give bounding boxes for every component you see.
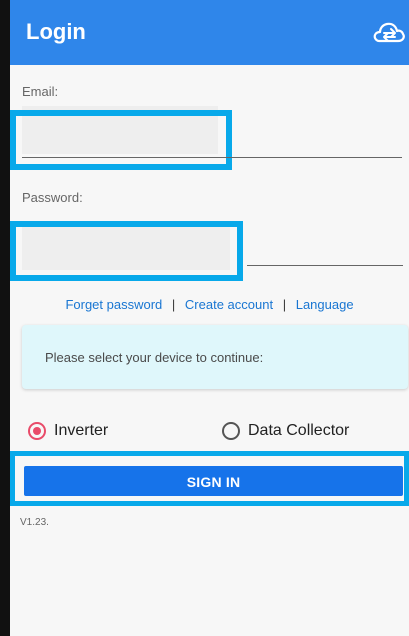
login-screen: Login Email: Password: Forget password |…: [10, 0, 409, 636]
email-label: Email:: [22, 84, 59, 99]
language-link[interactable]: Language: [296, 297, 354, 312]
data-collector-radio-button[interactable]: Data Collector: [222, 418, 349, 444]
app-bar: Login: [10, 0, 409, 65]
device-selection-notice: Please select your device to continue:: [22, 325, 408, 389]
email-underline: [22, 157, 402, 158]
device-radio-group: Inverter Data Collector: [10, 418, 409, 444]
inverter-radio-button[interactable]: Inverter: [28, 418, 108, 444]
notice-text: Please select your device to continue:: [45, 350, 264, 365]
inverter-radio-label: Inverter: [54, 422, 109, 439]
radio-unselected-icon: [222, 422, 240, 440]
radio-selected-icon: [28, 422, 46, 440]
cloud-sync-icon[interactable]: [371, 17, 407, 47]
version-text: V1.23.: [20, 517, 49, 528]
page-title: Login: [26, 19, 86, 44]
account-links: Forget password | Create account | Langu…: [10, 296, 409, 314]
password-label: Password:: [22, 190, 83, 205]
password-underline: [247, 265, 403, 266]
data-collector-radio-label: Data Collector: [248, 422, 350, 439]
sign-in-button[interactable]: SIGN IN: [24, 466, 403, 496]
link-separator: |: [282, 297, 287, 312]
password-highlight-frame: [10, 221, 243, 281]
forgot-password-link[interactable]: Forget password: [65, 297, 162, 312]
create-account-link[interactable]: Create account: [185, 297, 273, 312]
link-separator: |: [171, 297, 176, 312]
email-highlight-frame: [10, 110, 232, 170]
